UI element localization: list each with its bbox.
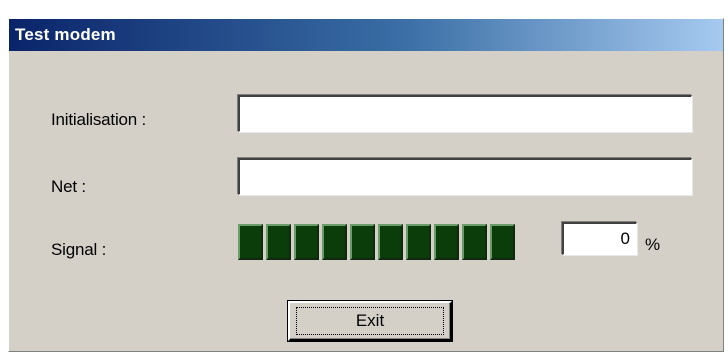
signal-segment [462, 224, 487, 260]
window-title: Test modem [15, 25, 116, 44]
signal-segment [378, 224, 403, 260]
initialisation-field[interactable] [238, 95, 692, 132]
signal-segment [350, 224, 375, 260]
signal-segment [490, 224, 515, 260]
signal-percent-field: 0 [562, 222, 637, 255]
signal-segment [294, 224, 319, 260]
signal-label: Signal : [51, 240, 107, 259]
signal-segment [434, 224, 459, 260]
signal-segment [238, 224, 263, 260]
net-label: Net : [51, 177, 86, 196]
signal-segment [322, 224, 347, 260]
test-modem-dialog: Test modem Initialisation : Net : Signal… [8, 18, 724, 352]
initialisation-label: Initialisation : [51, 110, 147, 129]
signal-segment [406, 224, 431, 260]
signal-meter [238, 224, 518, 260]
signal-segment [266, 224, 291, 260]
net-field[interactable] [238, 158, 692, 195]
title-bar[interactable]: Test modem [9, 19, 723, 51]
percent-symbol: % [645, 235, 661, 254]
exit-button-label: Exit [296, 307, 444, 335]
exit-button[interactable]: Exit [288, 301, 452, 341]
